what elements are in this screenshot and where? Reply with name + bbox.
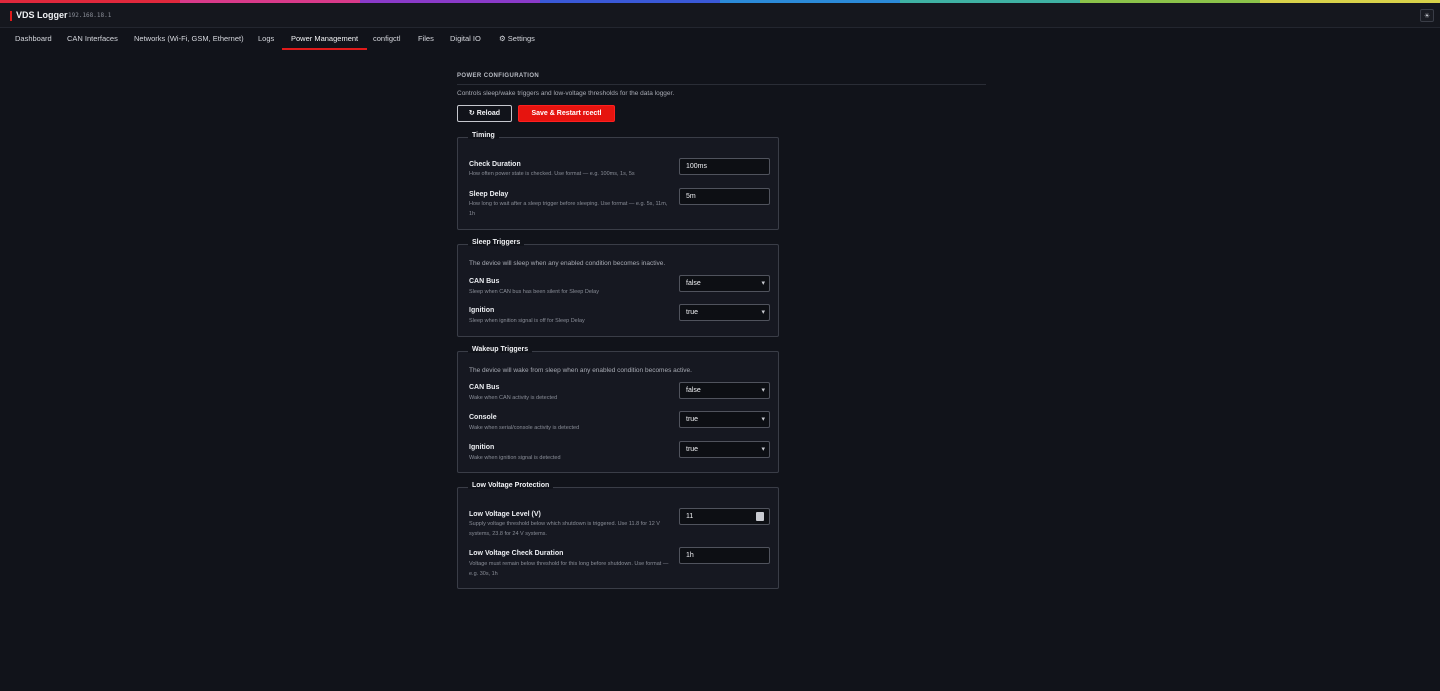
low-voltage-level-help: Supply voltage threshold below which shu…	[469, 521, 660, 537]
tab-power-management[interactable]: Power Management	[281, 29, 368, 50]
chevron-down-icon: ▾	[761, 309, 765, 316]
spinner-icon[interactable]	[756, 512, 764, 521]
tab-settings[interactable]: ⚙ Settings	[499, 29, 535, 50]
wake-console-value: true	[686, 416, 699, 423]
wake-ignition-help: Wake when ignition signal is detected	[469, 455, 561, 461]
tab-logs[interactable]: Logs	[258, 29, 274, 50]
wake-ignition-select[interactable]: true ▾	[679, 441, 770, 458]
chevron-down-icon: ▾	[761, 280, 765, 287]
wake-can-bus-select[interactable]: false ▾	[679, 382, 770, 399]
sleep-triggers-description: The device will sleep when any enabled c…	[469, 260, 666, 267]
section-title: POWER CONFIGURATION	[457, 73, 540, 79]
chevron-down-icon: ▾	[761, 446, 765, 453]
timing-group: Timing Check Duration How often power st…	[457, 132, 779, 230]
wake-can-bus-value: false	[686, 387, 701, 394]
wake-ignition-label: Ignition	[469, 444, 495, 451]
section-description: Controls sleep/wake triggers and low-vol…	[457, 90, 675, 97]
tab-configctl[interactable]: configctl	[373, 29, 401, 50]
sleep-can-bus-select[interactable]: false ▾	[679, 275, 770, 292]
wake-console-label: Console	[469, 414, 497, 421]
chevron-down-icon: ▾	[761, 387, 765, 394]
sun-icon[interactable]: ☀	[1420, 9, 1434, 22]
low-voltage-level-input[interactable]: 11	[679, 508, 770, 525]
check-duration-label: Check Duration	[469, 161, 521, 168]
wake-can-bus-label: CAN Bus	[469, 384, 500, 391]
tab-can-interfaces[interactable]: CAN Interfaces	[67, 29, 118, 50]
wakeup-triggers-description: The device will wake from sleep when any…	[469, 367, 692, 374]
sleep-can-bus-help: Sleep when CAN bus has been silent for S…	[469, 289, 599, 295]
sleep-can-bus-label: CAN Bus	[469, 278, 500, 285]
sleep-ignition-value: true	[686, 309, 699, 316]
device-ip: 192.168.18.1	[68, 12, 112, 19]
low-voltage-check-input[interactable]: 1h	[679, 547, 770, 564]
brand-accent	[10, 11, 12, 21]
main-nav: Dashboard CAN Interfaces Networks (Wi-Fi…	[0, 29, 1440, 50]
low-voltage-check-label: Low Voltage Check Duration	[469, 550, 564, 557]
low-voltage-level-label: Low Voltage Level (V)	[469, 511, 541, 518]
tab-networks[interactable]: Networks (Wi-Fi, GSM, Ethernet)	[134, 29, 244, 50]
sleep-delay-label: Sleep Delay	[469, 191, 509, 198]
wake-ignition-value: true	[686, 446, 699, 453]
chevron-down-icon: ▾	[761, 416, 765, 423]
tab-dashboard[interactable]: Dashboard	[15, 29, 52, 50]
tab-files[interactable]: Files	[418, 29, 434, 50]
sleep-ignition-select[interactable]: true ▾	[679, 304, 770, 321]
sleep-delay-input[interactable]: 5m	[679, 188, 770, 205]
sleep-triggers-group: Sleep Triggers The device will sleep whe…	[457, 239, 779, 337]
sleep-delay-help: How long to wait after a sleep trigger b…	[469, 201, 668, 217]
low-voltage-level-value: 11	[686, 513, 694, 520]
timing-legend: Timing	[468, 132, 499, 139]
app-title: VDS Logger	[16, 10, 68, 20]
wake-console-select[interactable]: true ▾	[679, 411, 770, 428]
wake-console-help: Wake when serial/console activity is det…	[469, 425, 580, 431]
wakeup-triggers-legend: Wakeup Triggers	[468, 346, 533, 353]
low-voltage-group: Low Voltage Protection Low Voltage Level…	[457, 482, 779, 589]
reload-button[interactable]: ↻ Reload	[457, 105, 512, 122]
sleep-triggers-legend: Sleep Triggers	[468, 239, 525, 246]
low-voltage-check-help: Voltage must remain below threshold for …	[469, 561, 669, 577]
sleep-ignition-label: Ignition	[469, 307, 495, 314]
tab-digital-io[interactable]: Digital IO	[450, 29, 481, 50]
check-duration-help: How often power state is checked. Use fo…	[469, 171, 635, 177]
wake-can-bus-help: Wake when CAN activity is detected	[469, 395, 558, 401]
top-bar: VDS Logger 192.168.18.1 ☀	[0, 3, 1440, 28]
sleep-ignition-help: Sleep when ignition signal is off for Sl…	[469, 318, 585, 324]
section-divider	[457, 84, 986, 85]
sleep-can-bus-value: false	[686, 280, 701, 287]
save-restart-button[interactable]: Save & Restart rcectl	[518, 105, 615, 122]
check-duration-input[interactable]: 100ms	[679, 158, 770, 175]
wakeup-triggers-group: Wakeup Triggers The device will wake fro…	[457, 346, 779, 473]
low-voltage-legend: Low Voltage Protection	[468, 482, 554, 489]
